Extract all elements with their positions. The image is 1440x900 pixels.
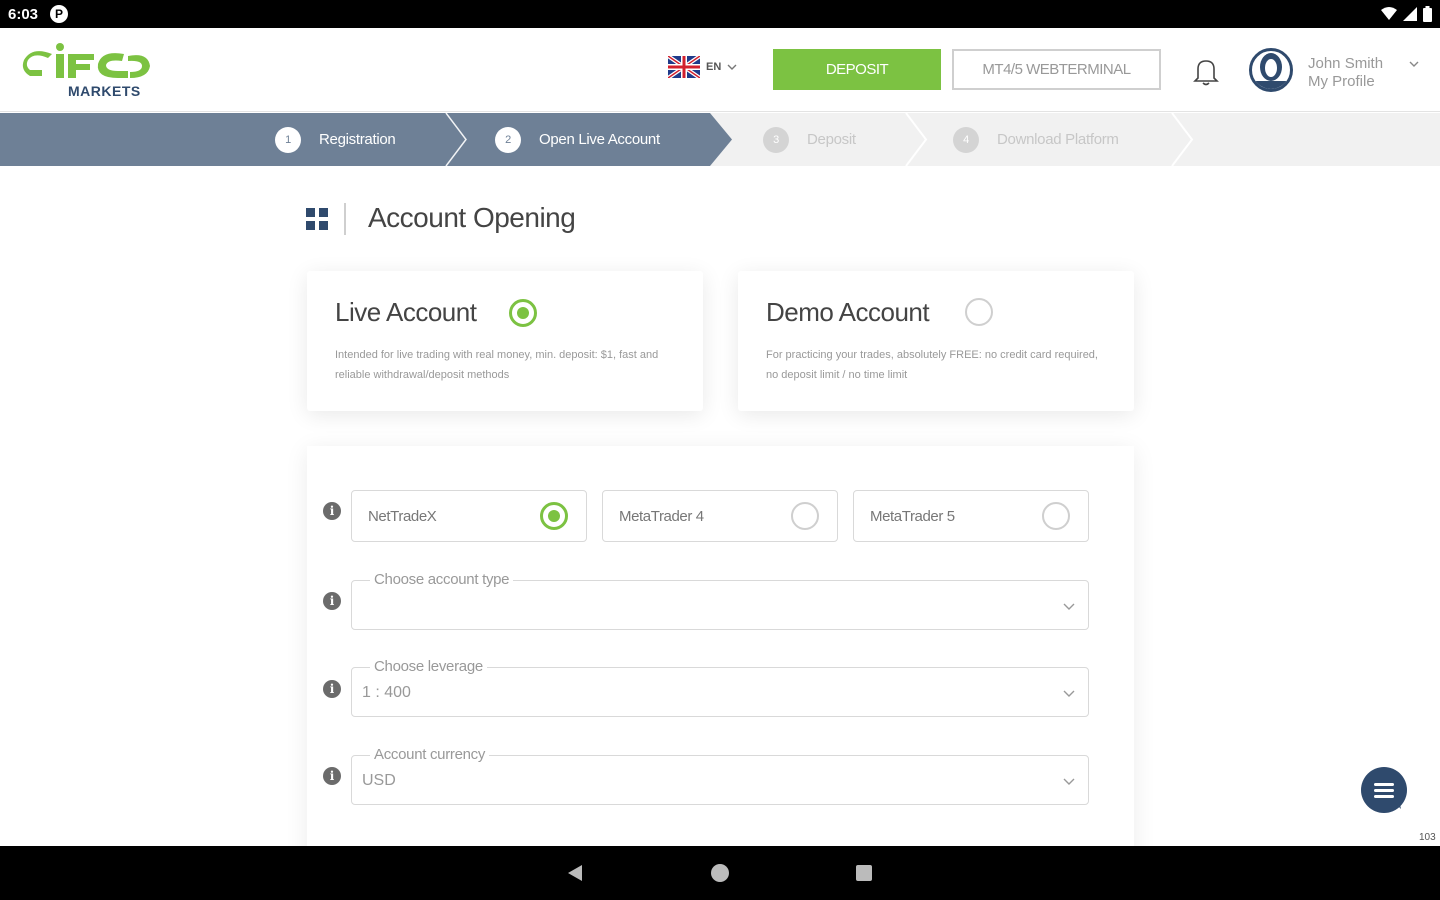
select-value: USD xyxy=(362,772,396,789)
status-bar: 6:03 P xyxy=(0,0,1440,28)
step-number: 2 xyxy=(495,126,521,153)
grid-icon xyxy=(306,208,328,230)
profile-name[interactable]: John Smith xyxy=(1308,55,1383,72)
recent-apps-icon[interactable] xyxy=(856,865,872,881)
signal-icon xyxy=(1403,7,1417,21)
info-icon[interactable]: i xyxy=(323,767,341,785)
chevron-down-icon xyxy=(1063,603,1075,610)
demo-account-card[interactable]: Demo Account For practicing your trades,… xyxy=(738,271,1134,411)
live-account-card[interactable]: Live Account Intended for live trading w… xyxy=(307,271,703,411)
registration-stepper: 1 Registration 2 Open Live Account 3 Dep… xyxy=(0,113,1440,166)
chat-icon xyxy=(1374,783,1401,809)
step-open-live-account[interactable]: 2 Open Live Account xyxy=(495,113,660,166)
corner-label: 103 xyxy=(1419,832,1436,843)
platform-radio[interactable] xyxy=(540,502,568,530)
select-label: Choose account type xyxy=(370,571,514,588)
account-form: i NetTradeX MetaTrader 4 MetaTrader 5 i … xyxy=(307,446,1134,866)
platform-radio[interactable] xyxy=(1042,502,1070,530)
step-label: Registration xyxy=(319,131,396,148)
step-registration[interactable]: 1 Registration xyxy=(275,113,396,166)
step-number: 3 xyxy=(763,126,789,153)
card-description: For practicing your trades, absolutely F… xyxy=(766,349,1098,381)
avatar[interactable] xyxy=(1249,48,1293,92)
deposit-button[interactable]: DEPOSIT xyxy=(773,49,941,90)
select-value: 1 : 400 xyxy=(362,684,411,701)
card-description: Intended for live trading with real mone… xyxy=(335,349,659,381)
platform-label: MetaTrader 4 xyxy=(619,508,704,525)
step-separator xyxy=(1171,113,1194,166)
step-number: 1 xyxy=(275,126,301,153)
chevron-down-icon xyxy=(727,64,737,70)
select-label: Account currency xyxy=(370,746,490,763)
chat-button[interactable] xyxy=(1361,767,1407,813)
app-header: MARKETS EN DEPOSIT MT4/5 WEBTERMINAL Joh… xyxy=(0,28,1440,112)
system-nav-bar xyxy=(0,846,1440,900)
info-icon[interactable]: i xyxy=(323,680,341,698)
ifc-markets-logo[interactable]: MARKETS xyxy=(16,40,156,102)
home-icon[interactable] xyxy=(711,864,729,882)
step-download-platform[interactable]: 4 Download Platform xyxy=(953,113,1119,166)
platform-option-nettradex[interactable]: NetTradeX xyxy=(351,490,587,542)
step-number: 4 xyxy=(953,126,979,153)
page-title: Account Opening xyxy=(368,202,576,233)
chevron-down-icon xyxy=(1063,778,1075,785)
platform-option-metatrader4[interactable]: MetaTrader 4 xyxy=(602,490,838,542)
info-icon[interactable]: i xyxy=(323,502,341,520)
logo-wordmark: MARKETS xyxy=(68,83,141,99)
chevron-down-icon xyxy=(1063,690,1075,697)
my-profile-link[interactable]: My Profile xyxy=(1308,73,1375,90)
demo-account-radio[interactable] xyxy=(965,298,993,326)
step-deposit[interactable]: 3 Deposit xyxy=(763,113,856,166)
language-code: EN xyxy=(706,61,722,73)
step-label: Download Platform xyxy=(997,131,1119,148)
platform-option-metatrader5[interactable]: MetaTrader 5 xyxy=(853,490,1089,542)
back-icon[interactable] xyxy=(566,864,584,882)
card-title: Live Account xyxy=(335,297,477,327)
step-separator xyxy=(905,113,928,166)
status-time: 6:03 xyxy=(8,5,39,23)
account-type-select[interactable]: Choose account type xyxy=(351,571,1089,630)
notification-icon: P xyxy=(50,5,69,23)
card-title: Demo Account xyxy=(766,297,930,327)
language-selector[interactable]: EN xyxy=(668,56,737,78)
info-icon[interactable]: i xyxy=(323,592,341,610)
step-label: Deposit xyxy=(807,131,856,148)
battery-icon xyxy=(1423,6,1432,22)
user-icon xyxy=(1256,53,1286,89)
title-divider xyxy=(344,203,346,235)
wifi-icon xyxy=(1381,7,1397,20)
select-label: Choose leverage xyxy=(370,658,487,675)
chevron-down-icon[interactable] xyxy=(1408,58,1420,70)
webterminal-button[interactable]: MT4/5 WEBTERMINAL xyxy=(952,49,1161,90)
live-account-radio[interactable] xyxy=(509,299,537,327)
leverage-select[interactable]: Choose leverage 1 : 400 xyxy=(351,658,1089,717)
platform-label: NetTradeX xyxy=(368,508,437,525)
step-label: Open Live Account xyxy=(539,131,660,148)
platform-radio[interactable] xyxy=(791,502,819,530)
step-separator xyxy=(445,113,467,166)
platform-label: MetaTrader 5 xyxy=(870,508,955,525)
uk-flag-icon xyxy=(668,56,700,78)
bell-icon[interactable] xyxy=(1192,56,1220,86)
currency-select[interactable]: Account currency USD xyxy=(351,746,1089,805)
